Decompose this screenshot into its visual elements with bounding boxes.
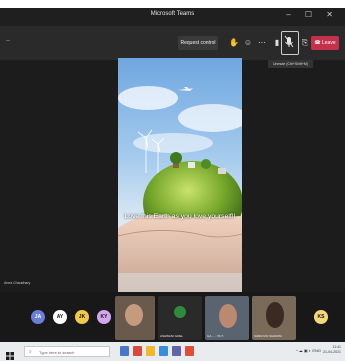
- edge-icon[interactable]: [159, 346, 168, 356]
- participant-avatar[interactable]: KY: [97, 310, 111, 324]
- participant-video-tile[interactable]: ASHWANI GOEL: [158, 296, 202, 340]
- screen: Microsoft Teams – ☐ ✕ -- Request control…: [0, 0, 345, 361]
- task-view-icon[interactable]: [120, 346, 129, 356]
- search-icon: ⌕: [29, 349, 32, 355]
- meeting-toolbar: -- Request control ✋ ☺ ⋯ ▮ ⎘ ☎ Leave: [0, 26, 345, 60]
- participant-strip: JA AY JK KY ASHWANI GOEL GA... ...TA T. …: [0, 292, 345, 342]
- participant-name: GA... ...TA T.: [207, 334, 224, 338]
- leave-label: Leave: [322, 40, 336, 46]
- taskbar-clock[interactable]: 11:41 21-04-2021: [323, 345, 341, 355]
- reactions-icon[interactable]: ☺: [243, 37, 253, 49]
- share-screen-icon[interactable]: ⎘: [300, 37, 310, 49]
- chrome-icon[interactable]: [185, 346, 194, 356]
- participant-video-tile[interactable]: [115, 296, 155, 340]
- participant-avatar[interactable]: JA: [31, 310, 45, 324]
- slide-caption: Love this Earth as you love yourself!!: [124, 213, 236, 220]
- windows-start-icon[interactable]: [6, 347, 14, 360]
- participant-avatar[interactable]: JK: [75, 310, 89, 324]
- pdf-app-icon[interactable]: [133, 346, 142, 356]
- system-tray[interactable]: ^ ☁ ▣ ◐ ENG: [296, 348, 321, 353]
- participant-video-tile[interactable]: GA... ...TA T.: [205, 296, 249, 340]
- phone-icon: ☎: [314, 40, 321, 46]
- mic-button[interactable]: [281, 31, 299, 55]
- title-bar: Microsoft Teams – ☐ ✕: [0, 8, 345, 26]
- leave-button[interactable]: ☎ Leave: [311, 36, 339, 50]
- taskbar-search[interactable]: ⌕ Type here to search: [24, 346, 110, 357]
- participant-name: ASHWANI GOEL: [160, 334, 184, 338]
- hand-raise-icon[interactable]: ✋: [229, 37, 239, 49]
- search-placeholder: Type here to search: [39, 350, 75, 355]
- participant-name: SHREYAN SHARMA: [254, 334, 282, 338]
- file-explorer-icon[interactable]: [146, 346, 155, 356]
- participant-avatar[interactable]: AY: [53, 310, 67, 324]
- mic-off-icon: [284, 35, 294, 48]
- clock-date: 21-04-2021: [323, 350, 341, 354]
- more-options-icon[interactable]: ⋯: [257, 37, 267, 49]
- participant-video-tile[interactable]: SHREYAN SHARMA: [252, 296, 296, 340]
- participant-avatar[interactable]: KS: [314, 310, 328, 324]
- window-controls[interactable]: – ☐ ✕: [286, 10, 339, 19]
- windows-taskbar: ⌕ Type here to search ^ ☁ ▣ ◐ ENG 11:41 …: [0, 342, 345, 361]
- teams-icon[interactable]: [172, 346, 181, 356]
- shared-slide: Love this Earth as you love yourself!!: [118, 58, 242, 292]
- meeting-timer: --: [6, 38, 10, 44]
- presenter-name: Anna Chaudhary: [4, 281, 31, 285]
- unmute-tooltip: Unmute (Ctrl+Shift+M): [268, 60, 313, 68]
- earth-slide-image: [118, 58, 242, 292]
- request-control-button[interactable]: Request control: [178, 36, 218, 50]
